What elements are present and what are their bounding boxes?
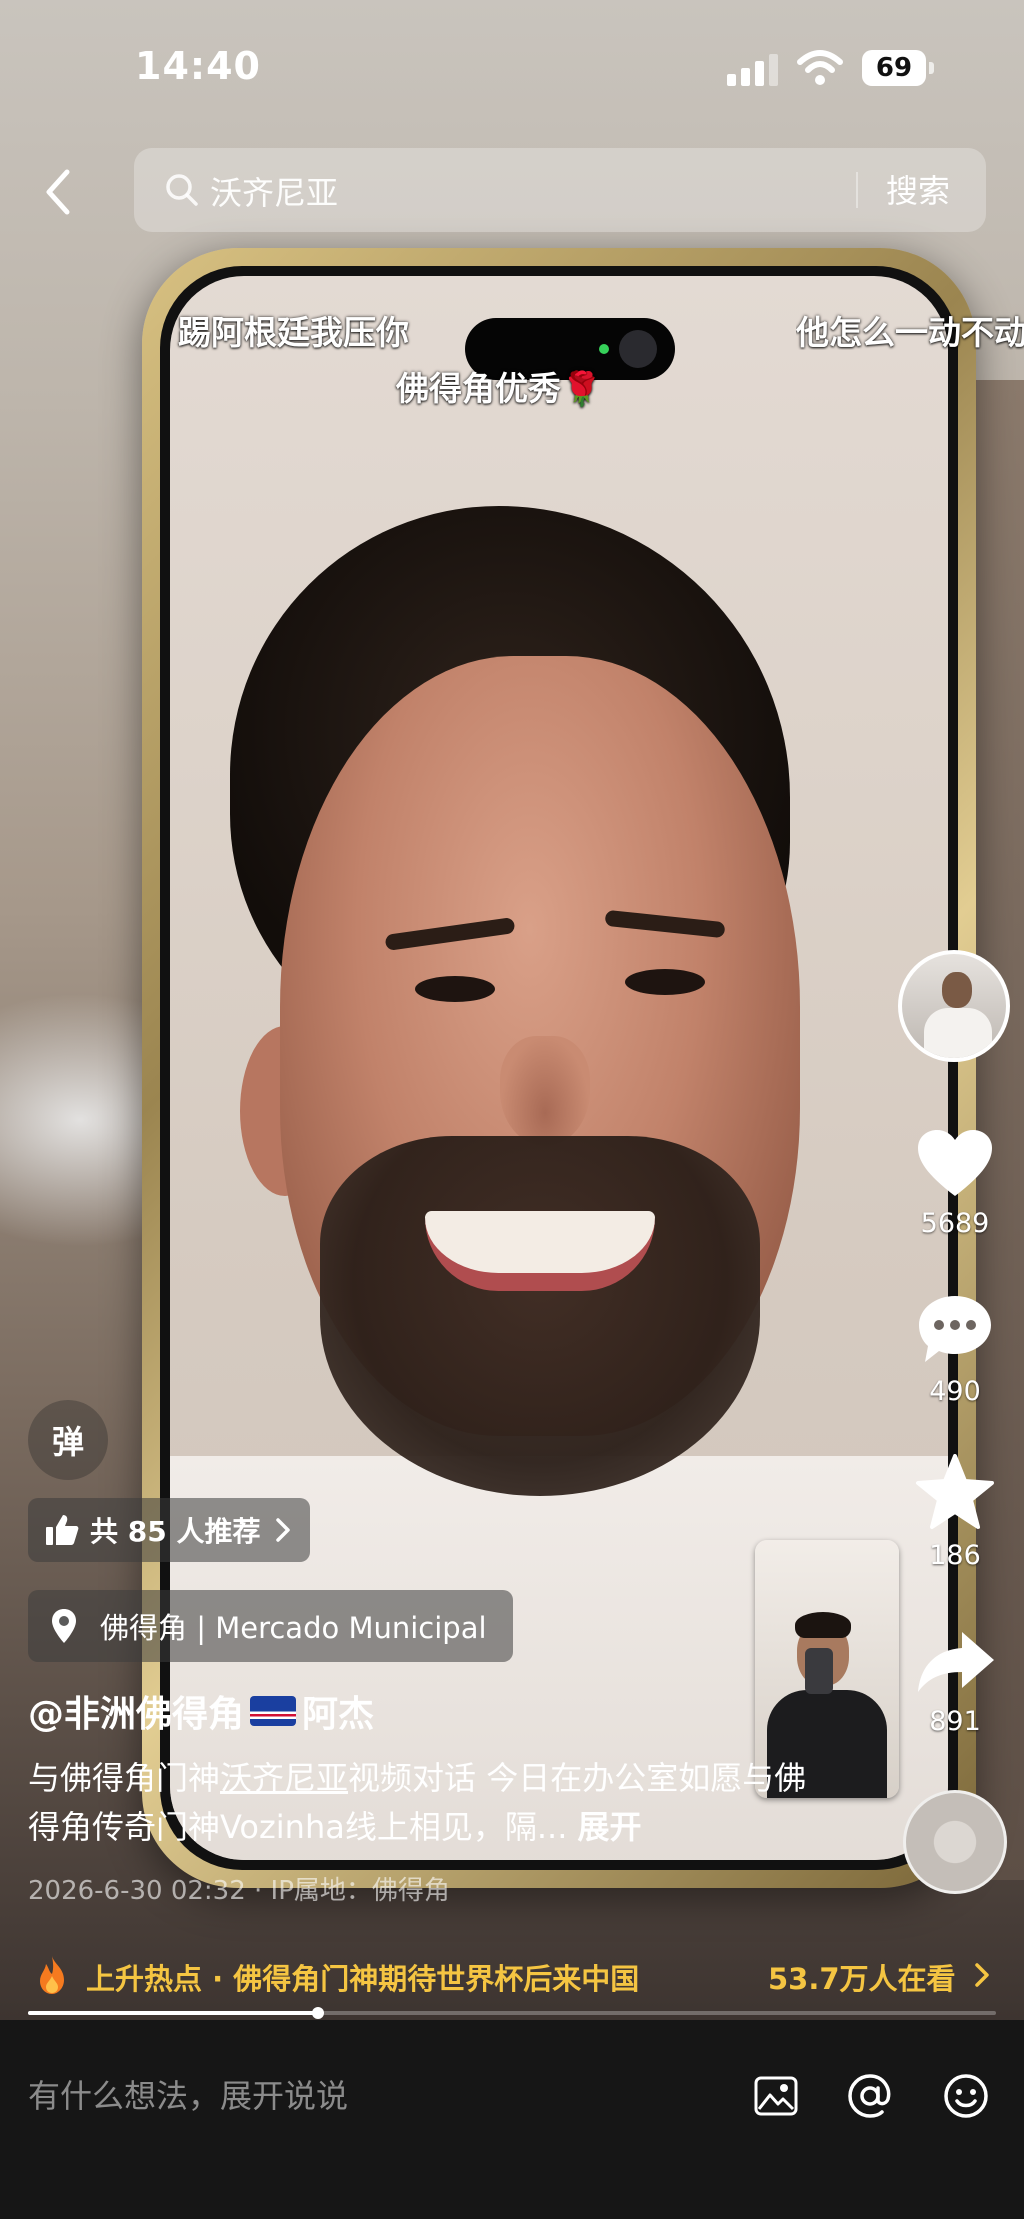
chevron-right-icon xyxy=(975,1963,989,1987)
comment-count: 490 xyxy=(929,1376,981,1407)
status-time: 14:40 xyxy=(135,44,261,88)
author-handle-suffix: 阿杰 xyxy=(302,1694,375,1735)
author-name[interactable]: @非洲佛得角 阿杰 xyxy=(28,1685,374,1737)
share-arrow-icon xyxy=(918,1632,994,1692)
comment-input[interactable]: 有什么想法，展开说说 xyxy=(28,2066,728,2126)
emoji-button[interactable] xyxy=(936,2066,996,2126)
recommend-label: 共 85 人推荐 xyxy=(90,1515,261,1548)
search-divider xyxy=(856,172,858,208)
image-picker-button[interactable] xyxy=(746,2066,806,2126)
favorite-button[interactable]: 186 xyxy=(900,1454,1010,1571)
recommend-chip[interactable]: 共 85 人推荐 xyxy=(28,1498,311,1562)
location-label: 佛得角 | Mercado Municipal xyxy=(100,1611,487,1645)
heart-icon xyxy=(918,1130,992,1196)
status-bar: 14:40 69 xyxy=(0,0,1024,130)
playback-progress[interactable] xyxy=(28,2007,996,2019)
like-button[interactable]: 5689 xyxy=(900,1128,1010,1239)
share-count: 891 xyxy=(929,1706,981,1737)
location-pin-icon xyxy=(52,1609,76,1643)
danmu-toggle-button[interactable]: 弹 xyxy=(28,1400,108,1480)
music-disc-icon[interactable] xyxy=(903,1790,1007,1894)
fire-icon xyxy=(40,1956,64,1994)
search-bar[interactable]: 沃齐尼亚 搜索 xyxy=(134,148,986,232)
danmu-clip: 他怎么一动不动 xyxy=(796,300,1024,350)
search-input[interactable]: 沃齐尼亚 xyxy=(210,168,338,214)
hot-topic-label: 上升热点 · 佛得角门神期待世界杯后来中国 xyxy=(86,1962,640,1996)
wifi-icon xyxy=(797,50,843,85)
at-sign-icon xyxy=(848,2074,891,2118)
expand-button[interactable]: 展开 xyxy=(578,1808,642,1846)
danmu-item: 佛得角优秀🌹 xyxy=(396,369,603,408)
location-chip[interactable]: 佛得角 | Mercado Municipal xyxy=(28,1590,513,1662)
comment-button[interactable]: 490 xyxy=(900,1292,1010,1407)
author-avatar[interactable] xyxy=(898,950,1010,1062)
battery-tip-icon xyxy=(929,62,934,74)
star-icon xyxy=(916,1454,994,1529)
comment-bubble-icon xyxy=(919,1296,991,1362)
mention-button[interactable] xyxy=(840,2066,900,2126)
cape-verde-flag-icon xyxy=(250,1696,297,1726)
emoji-smile-icon xyxy=(944,2074,988,2118)
danmu-item: 踢阿根廷我压你 xyxy=(178,313,409,352)
share-button[interactable]: 891 xyxy=(900,1628,1010,1737)
danmu-item: 他怎么一动不动 xyxy=(796,313,1024,350)
search-icon xyxy=(166,174,198,206)
search-keyword-link[interactable]: 沃齐尼亚 xyxy=(220,1759,348,1797)
author-handle: @非洲佛得角 xyxy=(28,1694,245,1735)
battery-indicator: 69 xyxy=(862,50,926,86)
thumbs-up-icon xyxy=(46,1515,79,1545)
back-button[interactable] xyxy=(30,160,86,224)
chevron-left-icon xyxy=(46,169,70,215)
favorite-count: 186 xyxy=(929,1540,981,1571)
post-description: 与佛得角门神沃齐尼亚视频对话 今日在办公室如愿与佛得角传奇门神Vozinha线上… xyxy=(28,1759,807,1846)
cellular-signal-icon xyxy=(727,52,779,86)
chevron-right-icon xyxy=(276,1518,291,1542)
like-count: 5689 xyxy=(920,1208,990,1239)
hot-topic-bar[interactable]: 上升热点 · 佛得角门神期待世界杯后来中国 53.7万人在看 xyxy=(0,1944,1024,2006)
post-meta: 2026-6-30 02:32 · IP属地：佛得角 xyxy=(28,1876,450,1906)
search-submit-button[interactable]: 搜索 xyxy=(886,166,950,212)
hot-viewers-count: 53.7万人在看 xyxy=(768,1962,956,1996)
comment-bar: 有什么想法，展开说说 xyxy=(0,2020,1024,2219)
image-icon xyxy=(754,2076,798,2116)
